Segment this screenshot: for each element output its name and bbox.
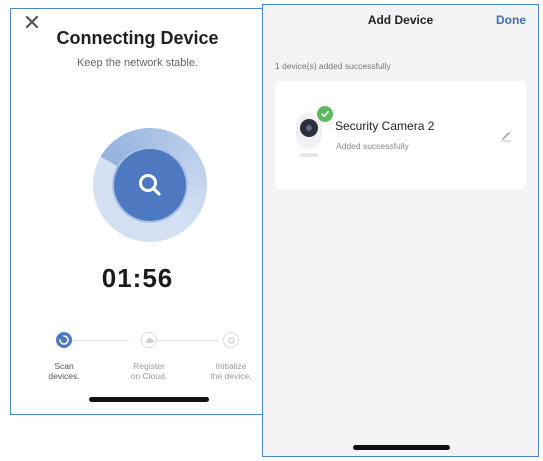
device-status: Added successfully <box>336 141 409 151</box>
edit-device-name-button[interactable] <box>498 127 514 143</box>
step-scan-devices-label: Scan devices. <box>48 361 80 381</box>
step-scan-devices-indicator <box>56 332 72 348</box>
connecting-device-screen: ✕ Connecting Device Keep the network sta… <box>10 8 265 415</box>
page-title: Connecting Device <box>56 28 219 48</box>
done-button[interactable]: Done <box>496 13 526 27</box>
progress-connector-1 <box>73 340 129 341</box>
home-indicator[interactable] <box>353 445 450 450</box>
added-count-text: 1 device(s) added successfully <box>275 61 391 71</box>
search-icon <box>139 174 161 196</box>
pencil-icon <box>501 132 511 142</box>
step-register-cloud-label: Register on Cloud. <box>130 361 168 381</box>
spinner-icon <box>59 335 69 345</box>
step-initialize-device-label: Initialize the device. <box>210 361 252 381</box>
device-name: Security Camera 2 <box>335 119 435 133</box>
page-subtitle: Keep the network stable. <box>76 57 199 69</box>
scan-radar-center <box>114 149 186 221</box>
progress-connector-2 <box>157 340 219 341</box>
check-icon <box>321 111 329 118</box>
add-device-screen: Add Device Done 1 device(s) added succes… <box>262 4 539 457</box>
home-indicator[interactable] <box>89 397 209 402</box>
countdown-timer: 01:56 <box>101 263 174 293</box>
cloud-icon <box>145 337 154 343</box>
success-badge <box>316 105 334 123</box>
gear-icon <box>227 336 235 344</box>
step-register-cloud-indicator <box>141 332 157 348</box>
step-initialize-device-indicator <box>223 332 239 348</box>
device-card[interactable]: Security Camera 2 Added successfully <box>275 81 526 189</box>
